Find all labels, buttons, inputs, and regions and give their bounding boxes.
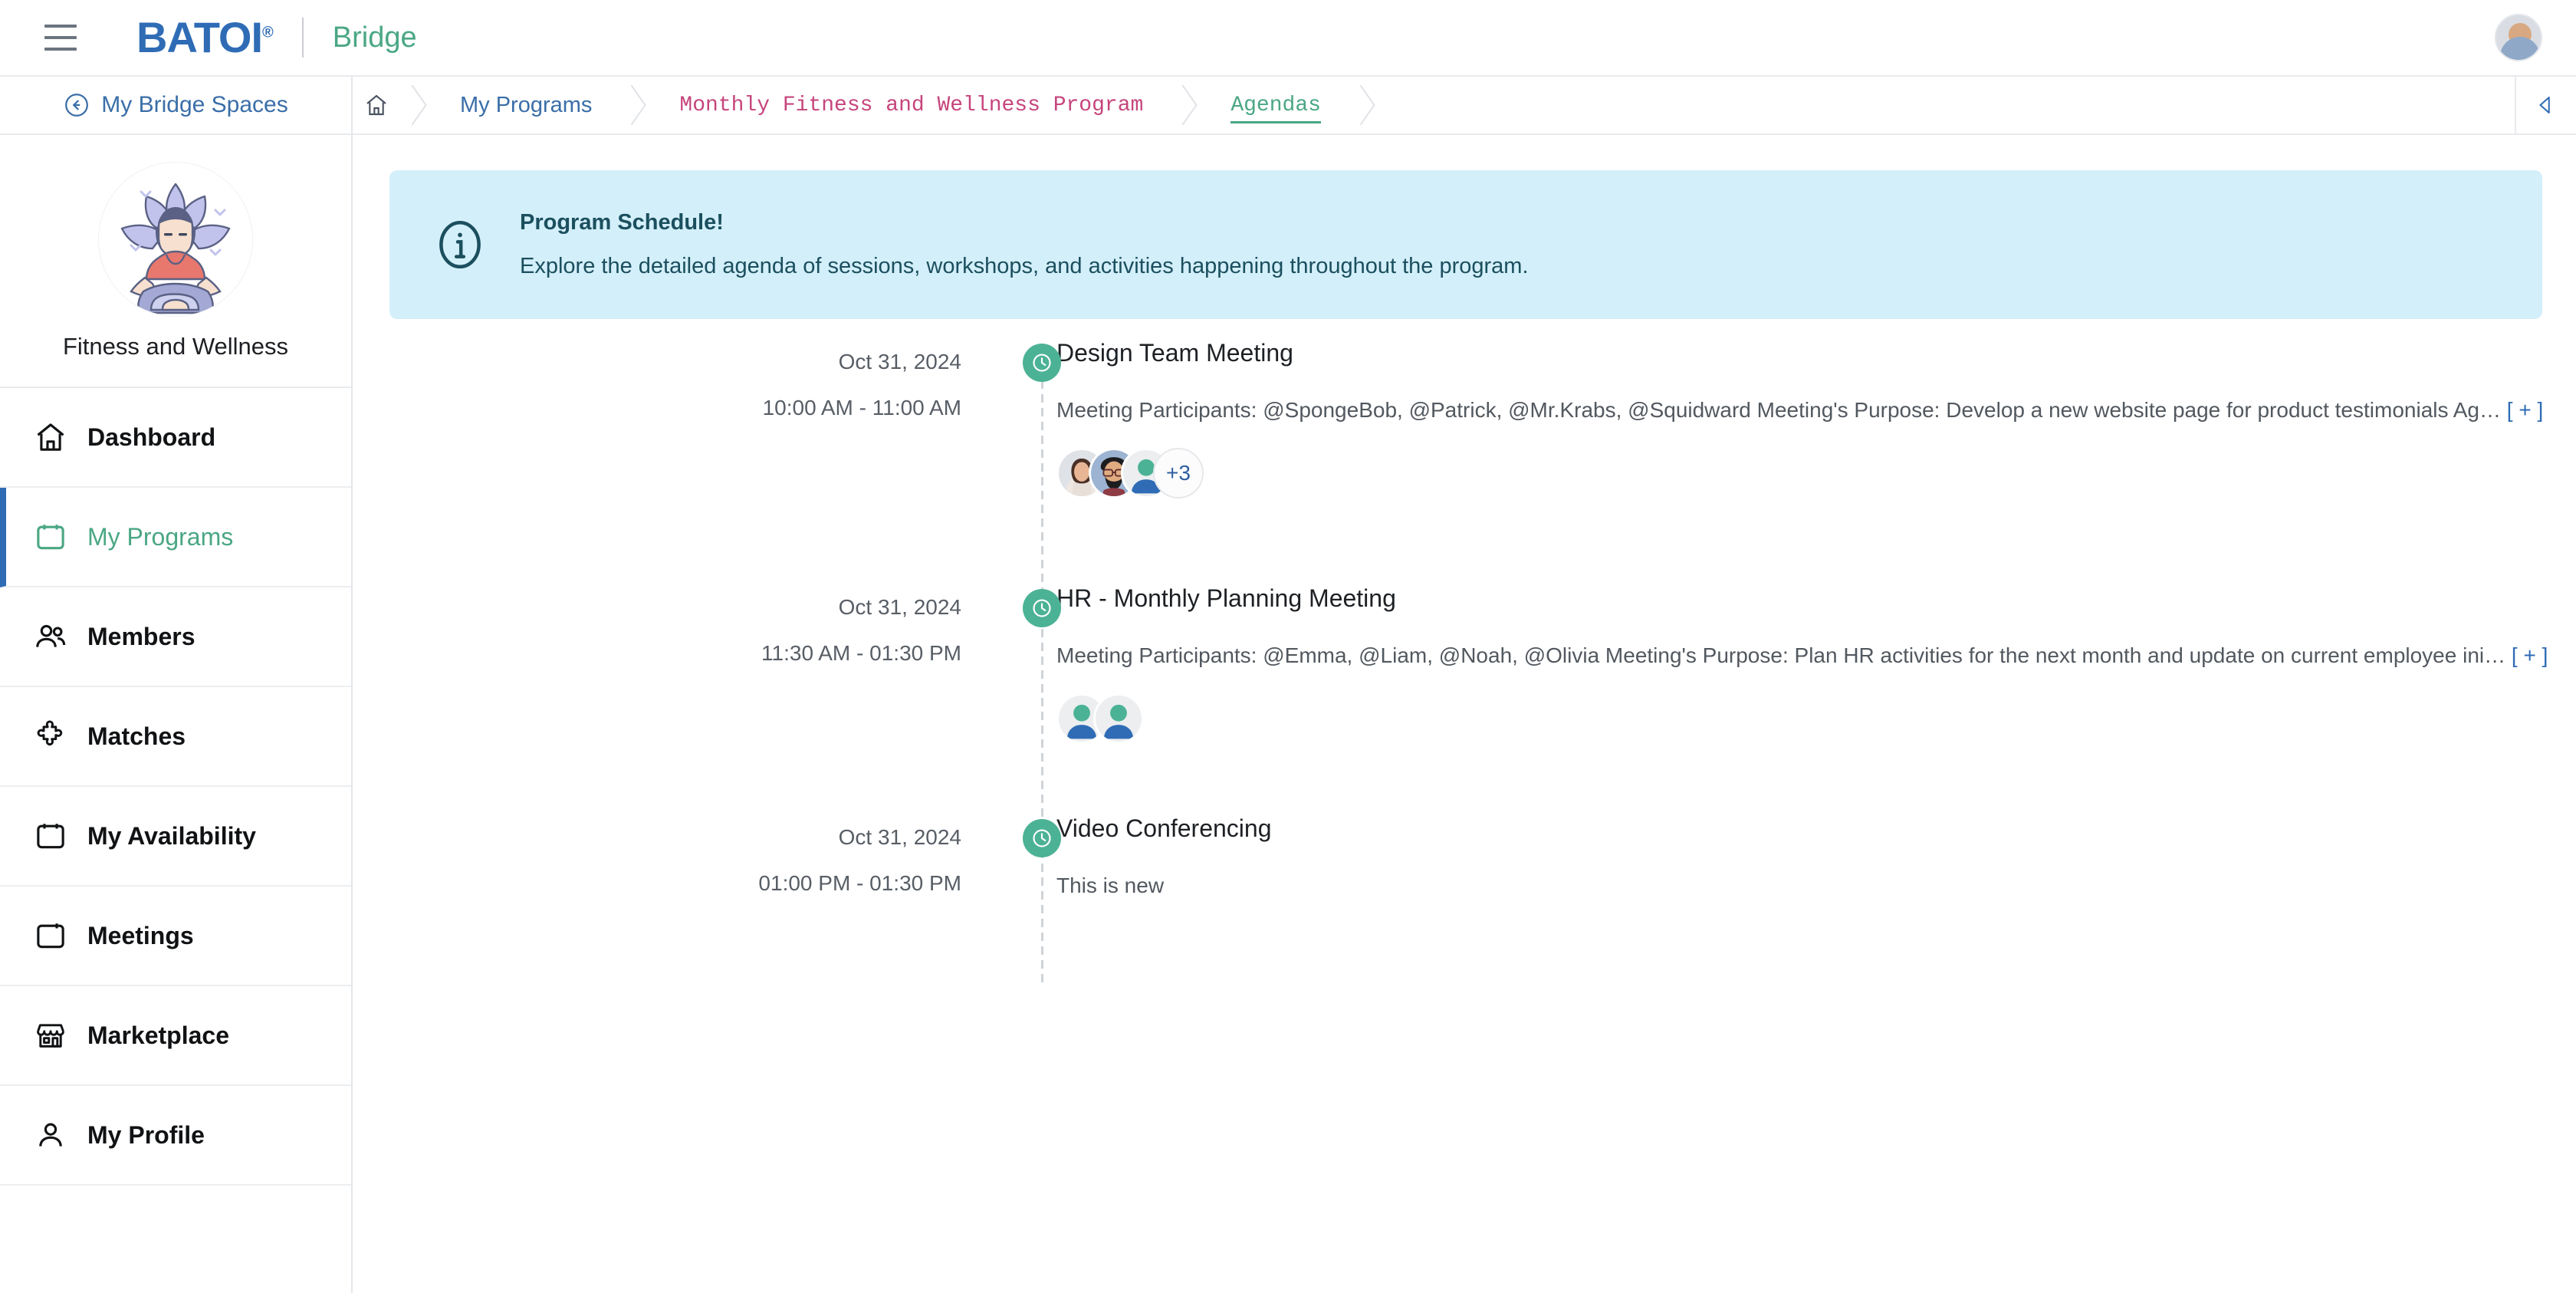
- breadcrumb-separator: [1346, 76, 1379, 134]
- hamburger-icon[interactable]: [44, 25, 77, 51]
- sidebar-item-label: Matches: [87, 722, 186, 750]
- sidebar-item-matches[interactable]: Matches: [0, 687, 351, 787]
- sidebar-nav: Dashboard My Programs Members Matches My…: [0, 388, 351, 1186]
- yoga-lotus-avatar: [99, 163, 252, 316]
- home-icon: [363, 93, 389, 117]
- clock-icon: [1023, 589, 1061, 627]
- agenda-timeline: Oct 31, 2024 10:00 AM - 11:00 AM Design …: [353, 339, 2576, 983]
- space-name: Fitness and Wellness: [62, 333, 289, 360]
- entry-body: Video Conferencing This is new: [997, 814, 2576, 937]
- breadcrumb-separator: [1168, 76, 1201, 134]
- sidebar-item-my-programs[interactable]: My Programs: [0, 488, 351, 587]
- collapse-panel-button[interactable]: [2515, 76, 2576, 134]
- entry-description-text: Meeting Participants: @Emma, @Liam, @Noa…: [1056, 643, 2506, 667]
- notice-title: Program Schedule!: [520, 210, 724, 235]
- agenda-entry[interactable]: Oct 31, 2024 01:00 PM - 01:30 PM Video C…: [353, 814, 2576, 937]
- breadcrumb: My Programs Monthly Fitness and Wellness…: [353, 76, 2576, 135]
- entry-body: HR - Monthly Planning Meeting Meeting Pa…: [997, 584, 2576, 814]
- breadcrumb-item-program[interactable]: Monthly Fitness and Wellness Program: [650, 76, 1168, 134]
- batoi-logo[interactable]: BATOI® Bridge: [136, 15, 417, 61]
- product-name: Bridge: [332, 21, 417, 54]
- breadcrumb-home[interactable]: [353, 76, 397, 134]
- sidebar-item-my-profile[interactable]: My Profile: [0, 1086, 351, 1186]
- entry-time: 10:00 AM - 11:00 AM: [762, 396, 961, 419]
- entry-title: Video Conferencing: [1056, 814, 1272, 842]
- sidebar-item-dashboard[interactable]: Dashboard: [0, 388, 351, 488]
- avatar[interactable]: [1093, 693, 1144, 745]
- clock-icon: [1023, 819, 1061, 857]
- puzzle-icon: [34, 719, 67, 753]
- agenda-entry[interactable]: Oct 31, 2024 10:00 AM - 11:00 AM Design …: [353, 339, 2576, 584]
- info-circle-icon: [432, 217, 488, 272]
- participant-avatars[interactable]: [1056, 693, 2576, 745]
- logo-text: BATOI: [136, 13, 263, 61]
- calendar-icon: [34, 520, 67, 554]
- entry-date: Oct 31, 2024: [838, 825, 961, 849]
- top-bar: BATOI® Bridge: [0, 0, 2576, 77]
- arrow-left-circle-icon: [63, 91, 90, 119]
- entry-title: HR - Monthly Planning Meeting: [1056, 584, 1396, 612]
- users-icon: [34, 620, 67, 653]
- program-schedule-notice: Program Schedule! Explore the detailed a…: [389, 170, 2542, 319]
- agenda-entry[interactable]: Oct 31, 2024 11:30 AM - 01:30 PM HR - Mo…: [353, 584, 2576, 814]
- sidebar-item-my-availability[interactable]: My Availability: [0, 787, 351, 887]
- entry-description: Meeting Participants: @Emma, @Liam, @Noa…: [1056, 640, 2576, 670]
- sidebar: My Bridge Spaces Fitness and Wellness Da…: [0, 77, 353, 1293]
- entry-date: Oct 31, 2024: [838, 350, 961, 373]
- breadcrumb-separator: [616, 76, 650, 134]
- entry-description: This is new: [1056, 874, 1165, 897]
- sidebar-item-label: My Availability: [87, 821, 256, 850]
- notice-body: Explore the detailed agenda of sessions,…: [520, 254, 1529, 278]
- calendar-icon: [34, 819, 67, 853]
- main-content: Program Schedule! Explore the detailed a…: [353, 135, 2576, 1293]
- top-bar-right: [2495, 14, 2542, 61]
- entry-description: Meeting Participants: @SpongeBob, @Patri…: [1056, 395, 2576, 425]
- sidebar-item-label: Members: [87, 622, 196, 650]
- sidebar-item-meetings[interactable]: Meetings: [0, 887, 351, 986]
- registered-mark: ®: [262, 24, 274, 41]
- store-icon: [34, 1018, 67, 1052]
- entry-when: Oct 31, 2024 01:00 PM - 01:30 PM: [353, 814, 997, 937]
- logo-wordmark: BATOI®: [136, 13, 274, 61]
- avatar[interactable]: [2495, 14, 2542, 61]
- entry-time: 01:00 PM - 01:30 PM: [758, 871, 961, 895]
- sidebar-item-label: Marketplace: [87, 1021, 229, 1049]
- space-summary: Fitness and Wellness: [0, 135, 351, 388]
- sidebar-item-label: My Programs: [87, 522, 234, 551]
- notice-text-block: Program Schedule! Explore the detailed a…: [520, 210, 1529, 279]
- back-to-bridge-spaces[interactable]: My Bridge Spaces: [0, 77, 351, 135]
- home-icon: [34, 420, 67, 454]
- back-label: My Bridge Spaces: [101, 92, 288, 117]
- entry-time: 11:30 AM - 01:30 PM: [761, 641, 961, 665]
- divider: [301, 18, 304, 58]
- entry-title: Design Team Meeting: [1056, 339, 1293, 367]
- entry-body: Design Team Meeting Meeting Participants…: [997, 339, 2576, 584]
- entry-when: Oct 31, 2024 11:30 AM - 01:30 PM: [353, 584, 997, 814]
- clock-icon: [1023, 344, 1061, 382]
- sidebar-item-members[interactable]: Members: [0, 587, 351, 687]
- sidebar-item-label: My Profile: [87, 1120, 205, 1149]
- entry-when: Oct 31, 2024 10:00 AM - 11:00 AM: [353, 339, 997, 584]
- entry-description-text: Meeting Participants: @SpongeBob, @Patri…: [1056, 398, 2501, 422]
- participant-avatars[interactable]: +3: [1056, 448, 2576, 499]
- breadcrumb-separator: [397, 76, 431, 134]
- extra-participants-count[interactable]: +3: [1153, 448, 1204, 499]
- sidebar-item-label: Dashboard: [87, 423, 216, 451]
- breadcrumb-item-my-programs[interactable]: My Programs: [431, 76, 616, 134]
- chevron-left-icon: [2539, 97, 2550, 114]
- breadcrumb-item-agendas[interactable]: Agendas: [1201, 76, 1346, 134]
- expand-description-link[interactable]: [ + ]: [2512, 643, 2548, 667]
- sidebar-item-label: Meetings: [87, 921, 194, 949]
- person-icon: [34, 1118, 67, 1152]
- expand-description-link[interactable]: [ + ]: [2507, 398, 2543, 422]
- calendar-icon: [34, 919, 67, 952]
- sidebar-item-marketplace[interactable]: Marketplace: [0, 986, 351, 1086]
- entry-date: Oct 31, 2024: [838, 595, 961, 619]
